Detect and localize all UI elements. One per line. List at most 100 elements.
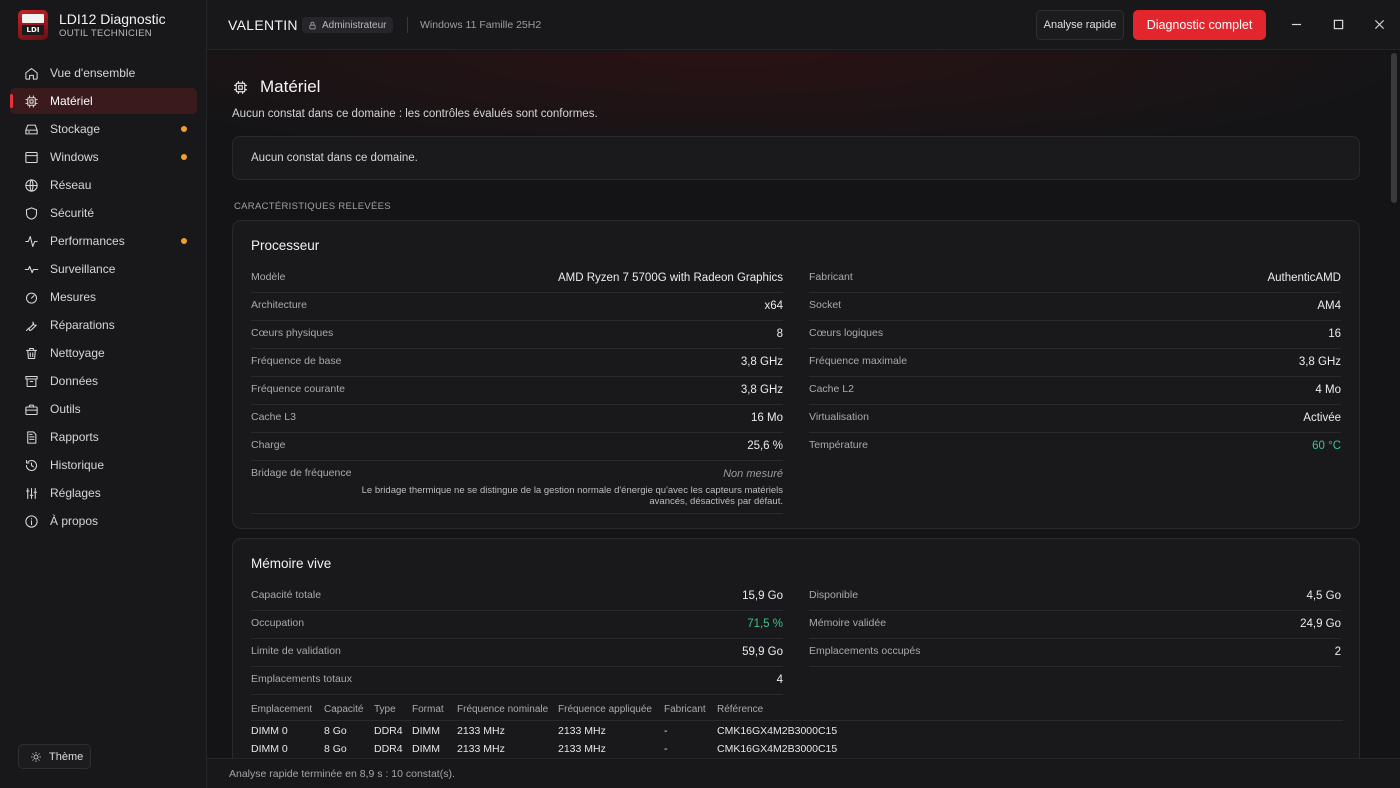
table-row: DIMM 0 8 Go DDR4 DIMM 2133 MHz 2133 MHz … (251, 743, 838, 755)
scrollbar[interactable] (1391, 53, 1397, 203)
sidebar-item-security[interactable]: Sécurité (10, 200, 197, 226)
sidebar-item-cleanup[interactable]: Nettoyage (10, 340, 197, 366)
column-header: Fréquence nominale (457, 704, 549, 715)
sidebar-item-overview[interactable]: Vue d'ensemble (10, 60, 197, 86)
sidebar-item-reports[interactable]: Rapports (10, 424, 197, 450)
os-version: Windows 11 Famille 25H2 (420, 19, 542, 31)
memory-card: Mémoire vive Capacité totale 15,9 Go Occu… (232, 538, 1360, 758)
sidebar-item-monitoring[interactable]: Surveillance (10, 256, 197, 282)
sidebar-item-data[interactable]: Données (10, 368, 197, 394)
column-header: Format (412, 704, 444, 715)
host-name: VALENTIN (228, 17, 298, 33)
spec-row: Disponible 4,5 Go (809, 583, 1341, 611)
globe-icon (23, 177, 39, 193)
sidebar-item-measures[interactable]: Mesures (10, 284, 197, 310)
sidebar-item-label: Matériel (50, 94, 93, 108)
sidebar-item-hardware[interactable]: Matériel (10, 88, 197, 114)
card-title: Mémoire vive (251, 556, 332, 571)
spec-row: Fabricant AuthenticAMD (809, 265, 1341, 293)
warning-dot (181, 126, 187, 132)
spec-row: Cache L3 16 Mo (251, 405, 783, 433)
sidebar-item-storage[interactable]: Stockage (10, 116, 197, 142)
table-row: DIMM 0 8 Go DDR4 DIMM 2133 MHz 2133 MHz … (251, 725, 838, 737)
top-bar: VALENTIN Administrateur Windows 11 Famil… (207, 0, 1400, 50)
activity-icon (23, 233, 39, 249)
spec-row: Socket AM4 (809, 293, 1341, 321)
cpu-card: Processeur Modèle AMD Ryzen 7 5700G with … (232, 220, 1360, 529)
spec-row: Capacité totale 15,9 Go (251, 583, 783, 611)
column-header: Fabricant (664, 704, 706, 715)
sidebar-item-history[interactable]: Historique (10, 452, 197, 478)
spec-row: Emplacements totaux 4 (251, 667, 783, 695)
report-icon (23, 429, 39, 445)
app-subtitle: OUTIL TECHNICIEN (59, 27, 152, 39)
trash-icon (23, 345, 39, 361)
spec-row: Limite de validation 59,9 Go (251, 639, 783, 667)
sidebar-item-performance[interactable]: Performances (10, 228, 197, 254)
sidebar-item-settings[interactable]: Réglages (10, 480, 197, 506)
card-title: Processeur (251, 238, 320, 253)
role-badge: Administrateur (302, 17, 394, 33)
page-title: Matériel (260, 77, 321, 96)
page-header: Matériel (232, 77, 320, 97)
sidebar-item-about[interactable]: À propos (10, 508, 197, 534)
drive-icon (23, 121, 39, 137)
sidebar-item-network[interactable]: Réseau (10, 172, 197, 198)
header-divider (407, 17, 408, 33)
minimize-button[interactable] (1284, 12, 1308, 36)
spec-row: Fréquence courante 3,8 GHz (251, 377, 783, 405)
warning-dot (181, 238, 187, 244)
column-header: Type (374, 704, 396, 715)
sidebar-item-label: Historique (50, 458, 105, 472)
spec-row: Modèle AMD Ryzen 7 5700G with Radeon Grap… (251, 265, 783, 293)
home-icon (23, 65, 39, 81)
spec-row: Cœurs physiques 8 (251, 321, 783, 349)
column-header: Emplacement (251, 704, 313, 715)
maximize-icon (1333, 19, 1343, 29)
brand: LDI LDI12 Diagnostic OUTIL TECHNICIEN (18, 10, 166, 40)
sidebar-item-label: Réglages (50, 486, 101, 500)
sidebar-item-label: Données (50, 374, 99, 388)
status-bar: Analyse rapide terminée en 8,9 s : 10 co… (207, 758, 1400, 788)
theme-button[interactable]: Thème (18, 744, 91, 769)
sidebar-item-label: À propos (50, 514, 99, 528)
spec-row-temperature: Température 60 °C (809, 439, 1341, 452)
full-diagnostic-button[interactable]: Diagnostic complet (1133, 10, 1266, 40)
main-content: Matériel Aucun constat dans ce domaine :… (207, 51, 1400, 758)
table-header: Emplacement Capacité Type Format Fréquen… (251, 699, 1343, 721)
sidebar-item-label: Outils (50, 402, 81, 416)
history-icon (23, 457, 39, 473)
sidebar-nav: Vue d'ensemble Matériel Stockage Windows… (10, 60, 197, 536)
spec-row: Fréquence maximale 3,8 GHz (809, 349, 1341, 377)
spec-row: Cache L2 4 Mo (809, 377, 1341, 405)
status-text: Analyse rapide terminée en 8,9 s : 10 co… (229, 767, 455, 780)
close-icon (1374, 19, 1384, 29)
sidebar-item-repairs[interactable]: Réparations (10, 312, 197, 338)
sidebar-item-label: Sécurité (50, 206, 95, 220)
sidebar-item-tools[interactable]: Outils (10, 396, 197, 422)
column-header: Référence (717, 704, 764, 715)
warning-dot (181, 154, 187, 160)
column-header: Capacité (324, 704, 364, 715)
sidebar-item-label: Réparations (50, 318, 115, 332)
lock-icon (309, 21, 316, 29)
sliders-icon (23, 485, 39, 501)
chip-icon (23, 93, 39, 109)
spec-row-throttle: Bridage de fréquence Non mesuré Le brida… (251, 461, 783, 514)
sidebar-item-label: Performances (50, 234, 125, 248)
gauge-icon (23, 289, 39, 305)
close-button[interactable] (1367, 12, 1391, 36)
sidebar-item-label: Nettoyage (50, 346, 105, 360)
sidebar-item-label: Mesures (50, 290, 97, 304)
chip-icon (234, 80, 247, 94)
spec-row: Emplacements occupés 2 (809, 639, 1341, 667)
spec-row: Fréquence de base 3,8 GHz (251, 349, 783, 377)
sidebar-item-label: Vue d'ensemble (50, 66, 136, 80)
shield-icon (23, 205, 39, 221)
quick-scan-button[interactable]: Analyse rapide (1036, 10, 1124, 40)
sidebar-item-windows[interactable]: Windows (10, 144, 197, 170)
maximize-button[interactable] (1326, 12, 1350, 36)
spec-row: Charge 25,6 % (251, 433, 783, 461)
section-label: CARACTÉRISTIQUES RELEVÉES (234, 201, 391, 212)
spec-row: Cœurs logiques 16 (809, 321, 1341, 349)
